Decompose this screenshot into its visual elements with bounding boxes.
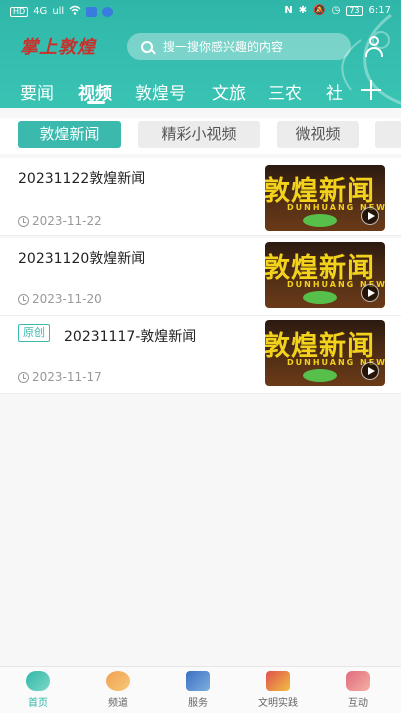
list-item[interactable]: 20231122敦煌新闻 2023-11-22 敦煌新闻 DUNHUANG NE… — [0, 158, 401, 236]
clock-icon — [18, 215, 29, 227]
status-bar: HD 4G ull N ✱ 🔕 ◷ 73 6:17 — [0, 0, 401, 22]
video-thumbnail[interactable]: 敦煌新闻 DUNHUANG NEWS — [265, 165, 385, 231]
channel-icon — [106, 671, 130, 691]
list-item[interactable]: 原创 20231117-敦煌新闻 2023-11-17 敦煌新闻 DUNHUAN… — [0, 316, 401, 394]
thumbnail-logo — [303, 214, 337, 227]
bottom-nav-home-label: 首页 — [28, 698, 48, 709]
item-date: 2023-11-20 — [18, 292, 102, 306]
subtab-dunhuang-news[interactable]: 敦煌新闻 — [18, 121, 121, 148]
nav-tab-headlines[interactable]: 要闻 — [20, 79, 54, 104]
item-date-text: 2023-11-17 — [32, 370, 102, 384]
video-thumbnail[interactable]: 敦煌新闻 DUNHUANG NEWS — [265, 320, 385, 386]
alarm-icon: ◷ — [331, 5, 341, 16]
play-icon[interactable] — [361, 284, 379, 302]
add-channel-icon[interactable] — [361, 80, 381, 100]
mute-icon: 🔕 — [313, 5, 326, 16]
interaction-icon — [346, 671, 370, 691]
nfc-icon: N — [284, 5, 293, 16]
thumbnail-logo — [303, 291, 337, 304]
item-title: 20231117-敦煌新闻 — [64, 329, 197, 345]
original-badge: 原创 — [18, 324, 50, 342]
sub-tabs: 敦煌新闻 精彩小视频 微视频 — [0, 118, 401, 154]
app-notification-icon-2 — [102, 6, 114, 17]
item-date: 2023-11-17 — [18, 370, 102, 384]
thumbnail-logo — [303, 369, 337, 382]
clock-icon — [18, 371, 29, 383]
item-title: 20231122敦煌新闻 — [18, 171, 146, 187]
item-title: 20231120敦煌新闻 — [18, 251, 146, 267]
nav-active-underline — [87, 101, 105, 104]
app-screen: HD 4G ull N ✱ 🔕 ◷ 73 6:17 掌上敦煌 搜一搜你感兴趣的内… — [0, 0, 401, 713]
play-icon[interactable] — [361, 207, 379, 225]
nav-tab-society[interactable]: 社 — [326, 79, 343, 104]
video-thumbnail[interactable]: 敦煌新闻 DUNHUANG NEWS — [265, 242, 385, 308]
app-logo[interactable]: 掌上敦煌 — [20, 33, 96, 59]
bottom-nav-interaction-label: 互动 — [348, 698, 368, 709]
bottom-nav-home[interactable]: 首页 — [8, 671, 68, 709]
status-network: 4G — [33, 6, 48, 17]
bluetooth-icon: ✱ — [298, 5, 308, 16]
search-bar[interactable]: 搜一搜你感兴趣的内容 — [127, 33, 351, 60]
nav-tab-culture-tourism[interactable]: 文旅 — [212, 79, 246, 104]
play-icon[interactable] — [361, 362, 379, 380]
battery-indicator: 73 — [346, 5, 363, 16]
nav-tab-agriculture[interactable]: 三农 — [268, 79, 302, 104]
wifi-icon — [69, 5, 81, 18]
header: HD 4G ull N ✱ 🔕 ◷ 73 6:17 掌上敦煌 搜一搜你感兴趣的内… — [0, 0, 401, 108]
user-profile-icon[interactable] — [364, 36, 384, 58]
signal-icon: ull — [52, 6, 65, 17]
bottom-nav-services-label: 服务 — [188, 698, 208, 709]
app-notification-icon — [86, 6, 98, 17]
subtab-more[interactable] — [375, 121, 401, 148]
bottom-nav-interaction[interactable]: 互动 — [328, 671, 388, 709]
item-date: 2023-11-22 — [18, 214, 102, 228]
bottom-nav-channels[interactable]: 频道 — [88, 671, 148, 709]
home-icon — [26, 671, 50, 691]
status-hd: HD — [10, 6, 29, 17]
clock-icon — [18, 293, 29, 305]
civilization-icon — [266, 671, 290, 691]
bottom-nav-services[interactable]: 服务 — [168, 671, 228, 709]
search-placeholder: 搜一搜你感兴趣的内容 — [163, 40, 284, 54]
list-item[interactable]: 20231120敦煌新闻 2023-11-20 敦煌新闻 DUNHUANG NE… — [0, 238, 401, 316]
bottom-nav: 首页 频道 服务 文明实践 互动 — [0, 666, 401, 713]
item-date-text: 2023-11-20 — [32, 292, 102, 306]
subtab-short-videos[interactable]: 精彩小视频 — [138, 121, 260, 148]
nav-tab-dunhuang-account[interactable]: 敦煌号 — [135, 79, 186, 104]
bottom-nav-channels-label: 频道 — [108, 698, 128, 709]
search-icon — [141, 40, 153, 53]
item-date-text: 2023-11-22 — [32, 214, 102, 228]
bottom-nav-civilization-label: 文明实践 — [258, 698, 298, 709]
bottom-nav-civilization[interactable]: 文明实践 — [248, 671, 308, 709]
services-icon — [186, 671, 210, 691]
status-time: 6:17 — [368, 5, 391, 16]
subtab-micro-videos[interactable]: 微视频 — [277, 121, 359, 148]
channel-nav: 要闻 视频 敦煌号 文旅 三农 社 — [0, 74, 401, 108]
